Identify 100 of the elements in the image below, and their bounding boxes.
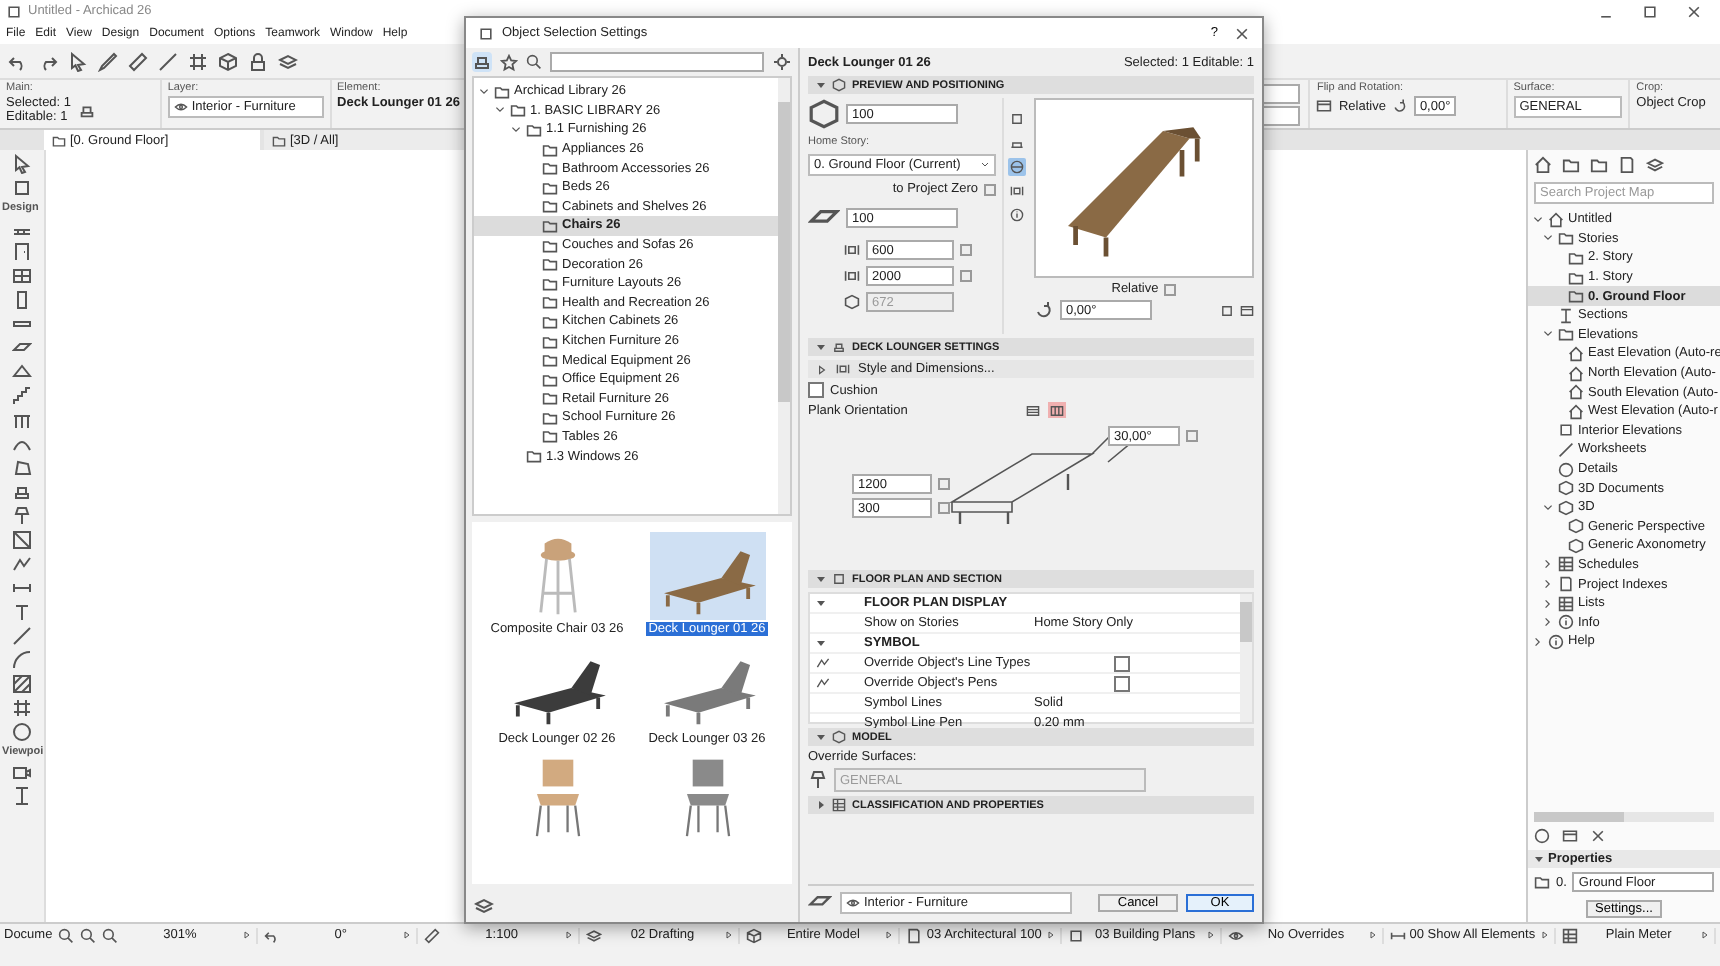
chevron-icon[interactable] [1542, 558, 1554, 571]
maximize-icon[interactable] [1642, 3, 1658, 19]
folder-icon [52, 133, 66, 147]
caret-icon [563, 930, 574, 940]
lock-icon[interactable] [248, 51, 268, 71]
plank-option-button[interactable] [1048, 402, 1066, 418]
play-icon [816, 363, 828, 375]
door-icon[interactable] [12, 242, 32, 262]
view-mode-button[interactable] [1007, 206, 1025, 224]
plan-icon [1067, 927, 1084, 943]
menu-icon[interactable] [1646, 156, 1664, 174]
angle-icon[interactable] [158, 51, 178, 71]
lamp-icon[interactable] [12, 506, 32, 526]
scrollbar[interactable] [1534, 812, 1714, 822]
layers-icon[interactable] [278, 51, 298, 71]
app-icon [478, 25, 494, 41]
section-icon [1558, 307, 1574, 324]
checkbox[interactable] [808, 382, 824, 398]
scrollbar[interactable] [778, 78, 790, 514]
roof-icon[interactable] [12, 362, 32, 382]
dimension-icon[interactable] [12, 578, 32, 598]
grid-icon[interactable] [188, 51, 208, 71]
ruler-icon[interactable] [128, 51, 148, 71]
close-icon[interactable] [1590, 828, 1606, 844]
morph-icon[interactable] [12, 458, 32, 478]
chevron-icon[interactable] [1542, 597, 1554, 610]
checkbox[interactable] [1114, 655, 1130, 671]
close-icon[interactable] [1234, 25, 1250, 41]
caret-icon [1045, 930, 1056, 940]
chevron-icon[interactable] [1542, 232, 1554, 245]
object-icon[interactable] [12, 482, 32, 502]
disclosure-triangle-icon[interactable] [816, 598, 826, 608]
cube-icon [745, 927, 762, 943]
dim-icon [1389, 927, 1406, 943]
arc-icon[interactable] [12, 650, 32, 670]
grid-icon[interactable] [12, 698, 32, 718]
side-view-icon [1009, 136, 1023, 150]
chevron-icon[interactable] [494, 104, 506, 117]
view-mode-button[interactable] [1007, 182, 1025, 200]
column-icon[interactable] [12, 290, 32, 310]
table-icon [1558, 556, 1574, 573]
view-mode-button[interactable] [1007, 110, 1025, 128]
chevron-icon[interactable] [1542, 578, 1554, 591]
eye-icon [1228, 927, 1245, 943]
camera-icon[interactable] [12, 762, 32, 782]
disclosure-triangle-icon[interactable] [816, 638, 826, 648]
ruler-icon [424, 927, 441, 943]
star-icon[interactable] [500, 53, 518, 71]
chevron-icon[interactable] [1542, 616, 1554, 629]
floor-plan-icon [832, 572, 846, 586]
arrow-cursor-icon[interactable] [68, 51, 88, 71]
close-icon[interactable] [1686, 3, 1702, 19]
caret-icon [723, 930, 734, 940]
stair-icon[interactable] [12, 386, 32, 406]
mesh-icon[interactable] [12, 554, 32, 574]
redo-icon[interactable] [38, 51, 58, 71]
text-icon[interactable] [12, 602, 32, 622]
disclosure-triangle-icon[interactable] [816, 80, 826, 90]
house-icon[interactable] [1534, 156, 1552, 174]
disclosure-triangle-icon[interactable] [1534, 854, 1544, 864]
marquee-icon[interactable] [12, 178, 32, 198]
search-field[interactable] [550, 52, 764, 72]
caret-icon [402, 930, 413, 940]
horizontal-planks-icon [1026, 403, 1040, 417]
chevron-icon[interactable] [1542, 328, 1554, 341]
disclosure-triangle-icon[interactable] [816, 574, 826, 584]
eyedropper-icon[interactable] [98, 51, 118, 71]
chevron-icon[interactable] [510, 123, 522, 136]
chevron-icon[interactable] [1542, 501, 1554, 514]
settings-icon[interactable] [772, 52, 792, 72]
disclosure-triangle-icon[interactable] [816, 732, 826, 742]
scrollbar[interactable] [1240, 594, 1252, 722]
window-icon[interactable] [1562, 828, 1578, 844]
undo-icon[interactable] [8, 51, 28, 71]
hatch-icon[interactable] [12, 674, 32, 694]
line-icon[interactable] [12, 626, 32, 646]
arrow-cursor-icon[interactable] [12, 154, 32, 174]
caret-icon [241, 930, 252, 940]
chevron-icon[interactable] [478, 85, 490, 98]
eye-icon [173, 100, 188, 114]
plan-view-icon [1009, 112, 1023, 126]
window-icon[interactable] [12, 266, 32, 286]
search-icon[interactable] [526, 54, 542, 70]
disclosure-triangle-icon[interactable] [816, 800, 826, 810]
plank-option-button[interactable] [1024, 402, 1042, 418]
view-mode-button[interactable] [1007, 158, 1025, 176]
disclosure-triangle-icon[interactable] [816, 342, 826, 352]
eye-icon [846, 895, 860, 909]
zone-icon[interactable] [12, 530, 32, 550]
sheet-icon[interactable] [1618, 156, 1636, 174]
zoom-out-icon[interactable] [80, 927, 97, 943]
cube-icon[interactable] [218, 51, 238, 71]
zoom-in-icon[interactable] [58, 927, 75, 943]
checkbox[interactable] [1114, 675, 1130, 691]
model-view-icon [1009, 160, 1023, 174]
info-view-icon [1009, 208, 1023, 222]
section-icon[interactable] [12, 786, 32, 806]
chevron-icon[interactable] [1532, 213, 1544, 226]
railing-icon[interactable] [12, 410, 32, 430]
chevron-icon[interactable] [1532, 635, 1544, 648]
